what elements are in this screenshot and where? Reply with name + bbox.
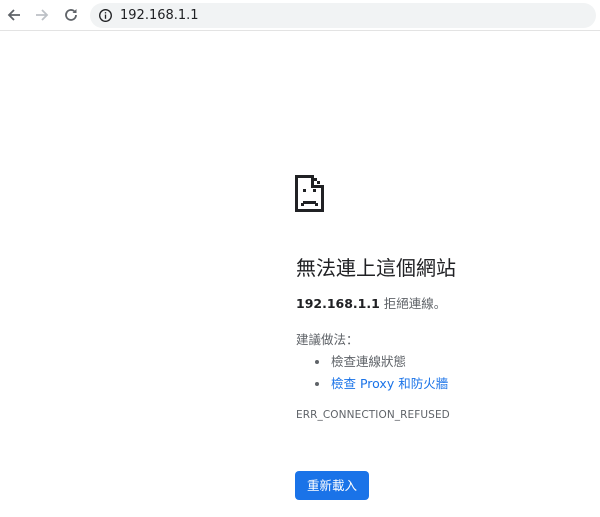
sad-page-icon <box>295 175 324 212</box>
error-host: 192.168.1.1 <box>296 296 380 311</box>
browser-toolbar: 192.168.1.1 <box>0 0 600 31</box>
suggestions-heading: 建議做法： <box>296 332 359 347</box>
info-icon[interactable] <box>98 8 113 23</box>
error-code: ERR_CONNECTION_REFUSED <box>296 409 450 421</box>
reload-page-button[interactable]: 重新載入 <box>295 471 369 500</box>
error-title: 無法連上這個網站 <box>296 256 456 280</box>
suggestions-list: 檢查連線狀態 檢查 Proxy 和防火牆 <box>296 351 448 395</box>
reload-icon <box>65 9 77 21</box>
suggestion-check-proxy-firewall: 檢查 Proxy 和防火牆 <box>296 373 448 395</box>
back-button[interactable] <box>3 4 25 26</box>
suggestion-check-connection: 檢查連線狀態 <box>296 351 448 373</box>
forward-button[interactable] <box>31 4 53 26</box>
arrow-right-icon <box>36 9 49 21</box>
suggestion-text: 檢查連線狀態 <box>331 354 407 369</box>
error-message: 拒絕連線。 <box>379 296 447 311</box>
error-description: 192.168.1.1 拒絕連線。 <box>296 296 446 312</box>
address-bar[interactable]: 192.168.1.1 <box>90 3 596 28</box>
arrow-left-icon <box>7 9 20 21</box>
reload-button[interactable] <box>60 4 82 26</box>
suggestion-link-proxy-firewall[interactable]: 檢查 Proxy 和防火牆 <box>331 376 448 391</box>
url-text[interactable]: 192.168.1.1 <box>120 8 199 23</box>
